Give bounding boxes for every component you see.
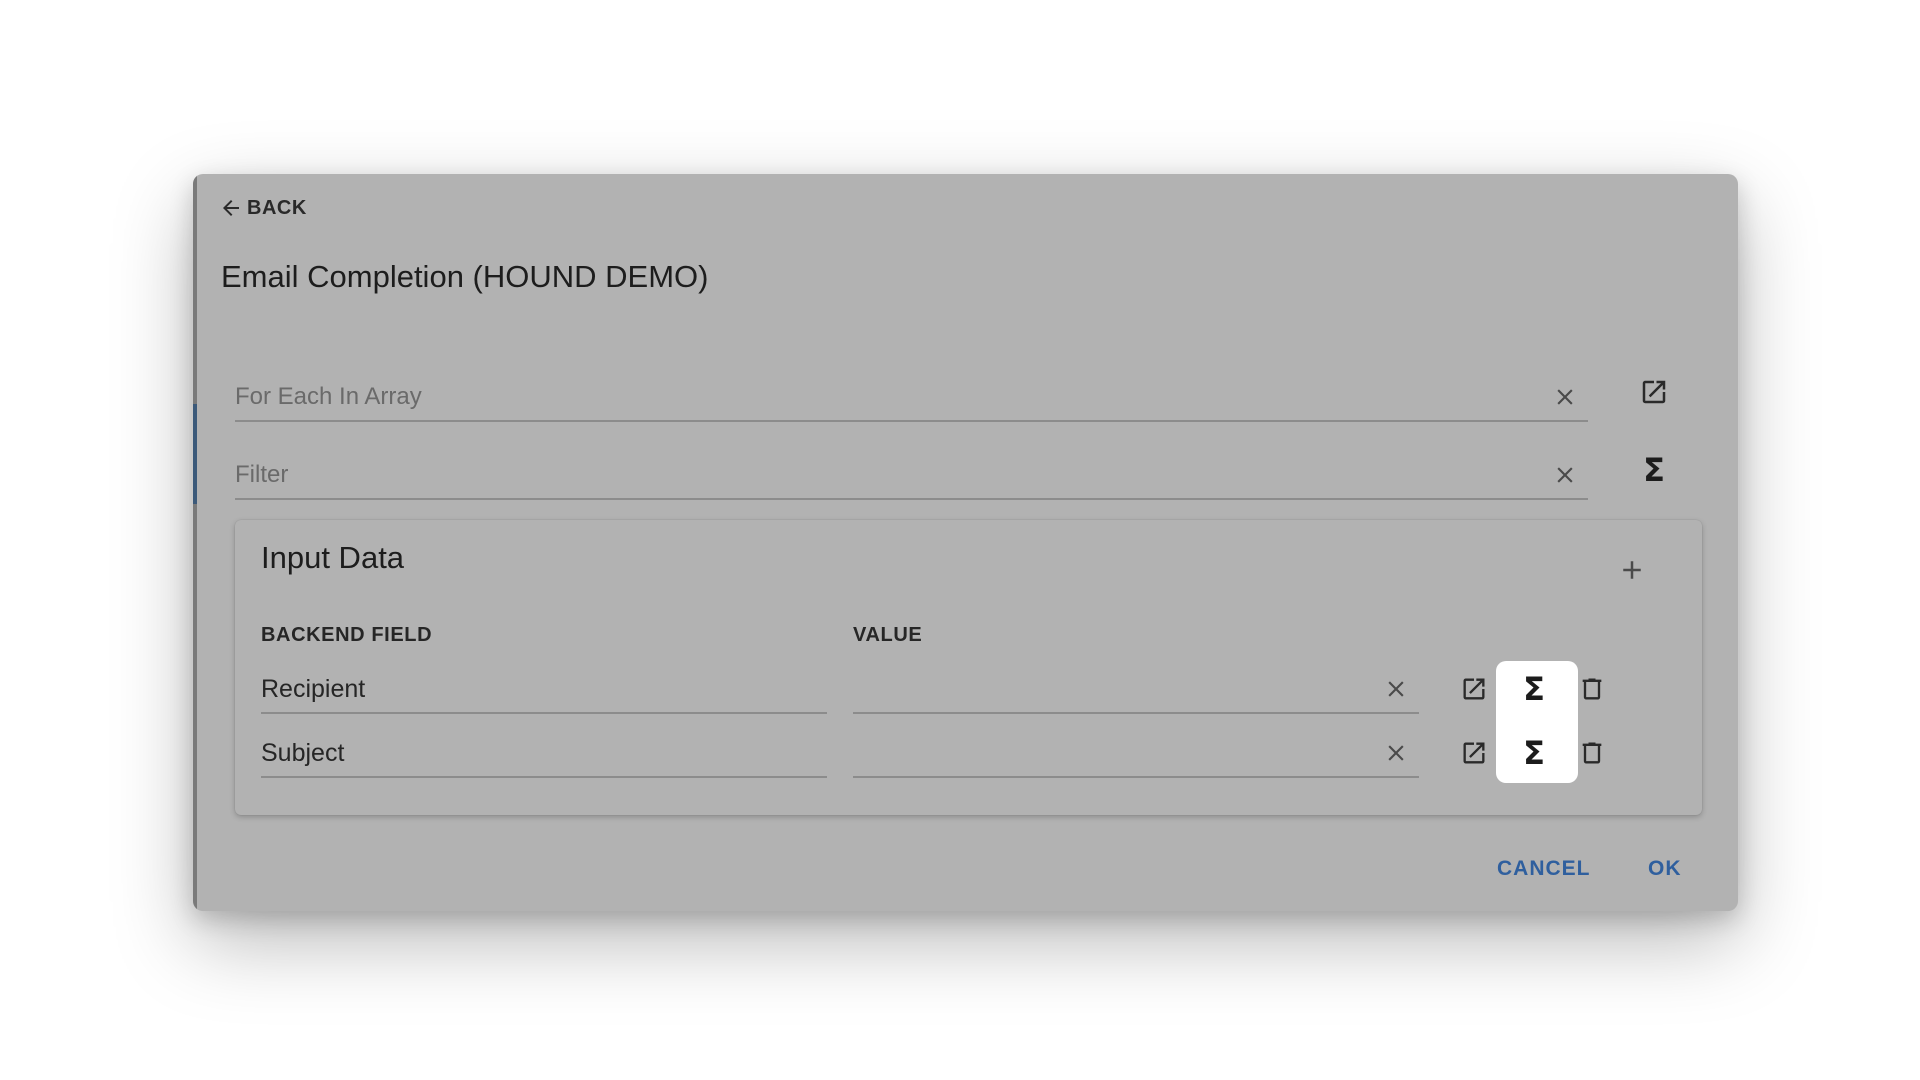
plus-icon [1623, 561, 1641, 579]
ok-button[interactable]: OK [1648, 857, 1682, 881]
arrow-left-icon [223, 200, 239, 216]
input-data-title: Input Data [261, 540, 405, 575]
sigma-icon: Σ [1523, 670, 1545, 708]
filter-field[interactable]: Filter [235, 452, 1588, 500]
filter-sigma-button[interactable]: Σ [1636, 452, 1672, 488]
for-each-field[interactable]: For Each In Array [235, 374, 1588, 422]
row-delete-button[interactable] [1574, 671, 1610, 707]
trash-icon [1582, 678, 1602, 700]
left-edge-marker [193, 404, 197, 504]
close-icon[interactable] [1552, 384, 1578, 410]
row-sigma-button[interactable]: Σ [1516, 671, 1552, 707]
close-icon[interactable] [1383, 740, 1409, 766]
add-row-button[interactable] [1614, 552, 1650, 588]
row-open-button[interactable] [1456, 735, 1492, 771]
table-row-value-recipient[interactable] [853, 666, 1419, 714]
close-icon[interactable] [1383, 676, 1409, 702]
table-row-value-subject[interactable] [853, 730, 1419, 778]
sigma-icon: Σ [1523, 734, 1545, 772]
sigma-icon: Σ [1643, 451, 1665, 489]
close-icon[interactable] [1552, 462, 1578, 488]
for-each-placeholder: For Each In Array [235, 383, 422, 410]
open-in-new-icon [1463, 742, 1485, 764]
column-header-backend-field: BACKEND FIELD [261, 624, 433, 646]
table-row-backend-field-recipient[interactable]: Recipient [261, 666, 827, 714]
backend-field-value: Recipient [261, 674, 366, 703]
open-in-new-icon [1463, 678, 1485, 700]
backend-field-value: Subject [261, 738, 345, 767]
trash-icon [1582, 742, 1602, 764]
dialog: BACK Email Completion (HOUND DEMO) For E… [193, 174, 1738, 911]
row-open-button[interactable] [1456, 671, 1492, 707]
back-button[interactable]: BACK [219, 196, 307, 220]
left-edge-strip [193, 174, 197, 911]
open-in-new-icon [1642, 380, 1666, 404]
back-label: BACK [247, 196, 307, 219]
row-sigma-button[interactable]: Σ [1516, 735, 1552, 771]
filter-placeholder: Filter [235, 461, 289, 488]
column-header-value: VALUE [853, 624, 923, 646]
row-delete-button[interactable] [1574, 735, 1610, 771]
for-each-open-button[interactable] [1636, 374, 1672, 410]
dialog-title: Email Completion (HOUND DEMO) [221, 259, 709, 294]
cancel-button[interactable]: CANCEL [1497, 857, 1591, 881]
table-row-backend-field-subject[interactable]: Subject [261, 730, 827, 778]
